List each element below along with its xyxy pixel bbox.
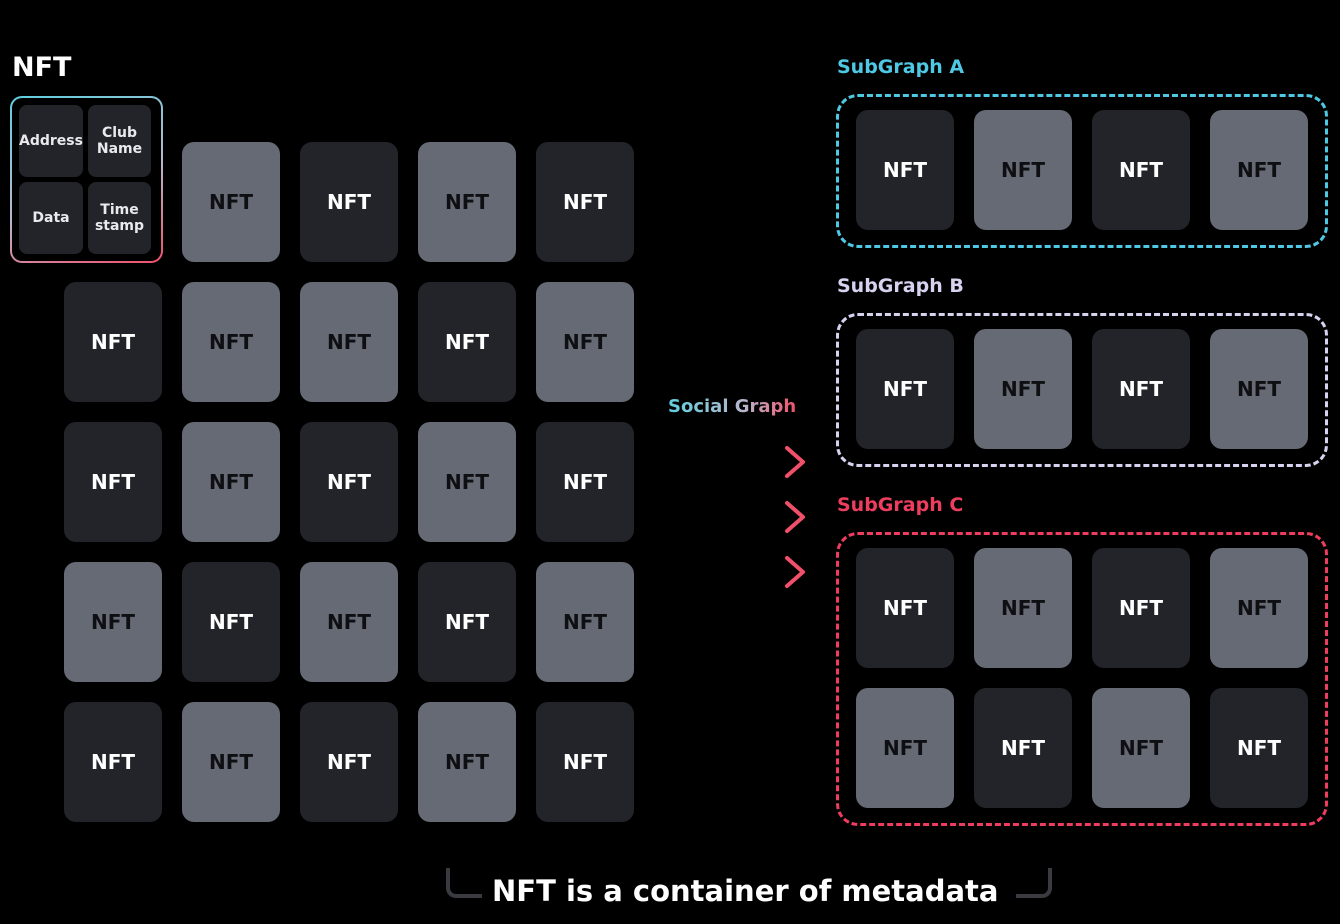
metadata-club-name: Club Name [88,105,151,177]
arrow-right-icon [668,501,805,533]
nft-tile: NFT [418,282,516,402]
social-graph-label: Social Graph [668,396,797,417]
caption: NFT is a container of metadata [492,874,999,908]
nft-tile: NFT [1210,688,1308,808]
nft-tile: NFT [1092,110,1190,230]
nft-tile: NFT [1210,329,1308,449]
nft-tile: NFT [300,562,398,682]
nft-tile: NFT [64,562,162,682]
nft-tile: NFT [182,562,280,682]
arrow-right-icon [668,556,805,588]
nft-tile: NFT [856,329,954,449]
nft-tile: NFT [974,548,1072,668]
nft-tile: NFT [536,422,634,542]
nft-metadata-box: Address Club Name Data Time stamp [10,96,163,263]
nft-tile: NFT [974,110,1072,230]
subgraph-label: SubGraph A [837,56,965,78]
subgraph-label: SubGraph B [837,275,964,297]
bracket-left [446,868,482,898]
metadata-timestamp: Time stamp [88,182,151,254]
nft-tile: NFT [64,422,162,542]
nft-tile: NFT [1092,329,1190,449]
nft-tile: NFT [418,422,516,542]
nft-tile: NFT [64,702,162,822]
nft-tile: NFT [856,688,954,808]
metadata-address: Address [19,105,83,177]
nft-tile: NFT [536,142,634,262]
subgraph-label: SubGraph C [837,494,964,516]
nft-tile: NFT [182,282,280,402]
nft-tile: NFT [300,282,398,402]
nft-tile: NFT [300,702,398,822]
nft-tile: NFT [974,688,1072,808]
bracket-right [1016,868,1052,898]
nft-tile: NFT [418,562,516,682]
nft-tile: NFT [300,422,398,542]
nft-tile: NFT [1210,548,1308,668]
nft-tile: NFT [536,562,634,682]
arrow-right-icon [668,446,805,478]
metadata-data: Data [19,182,83,254]
nft-tile: NFT [856,548,954,668]
nft-tile: NFT [418,142,516,262]
nft-tile: NFT [536,702,634,822]
nft-tile: NFT [1092,688,1190,808]
nft-tile: NFT [182,142,280,262]
nft-tile: NFT [974,329,1072,449]
nft-tile: NFT [64,282,162,402]
arrows [668,446,805,588]
nft-tile: NFT [1210,110,1308,230]
nft-title: NFT [12,52,72,83]
nft-tile: NFT [182,422,280,542]
nft-tile: NFT [418,702,516,822]
nft-tile: NFT [1092,548,1190,668]
nft-tile: NFT [300,142,398,262]
nft-tile: NFT [536,282,634,402]
nft-tile: NFT [182,702,280,822]
nft-tile: NFT [856,110,954,230]
